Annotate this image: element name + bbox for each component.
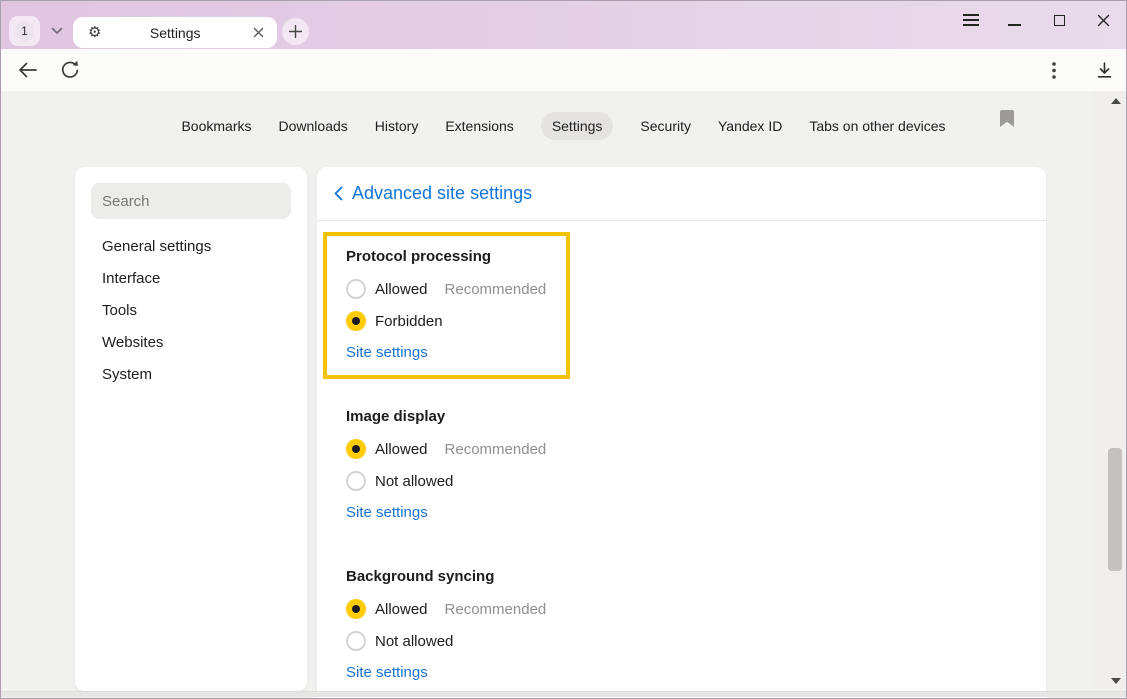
menu-icon [963,11,979,29]
back-link-advanced-site-settings[interactable]: Advanced site settings [317,167,1046,221]
tab-title: Settings [101,25,249,41]
plus-icon [289,25,302,38]
option-sync-allowed[interactable]: Allowed Recommended [346,593,1046,625]
site-settings-link-sync[interactable]: Site settings [346,664,428,682]
tab-group-button[interactable]: 1 [9,16,40,46]
tab-group-chevron-button[interactable] [42,16,72,46]
tab-group-count: 1 [21,24,28,38]
nav-item-history[interactable]: History [375,112,419,140]
settings-main-panel: Advanced site settings Protocol processi… [317,167,1046,699]
sidebar-item-general-settings[interactable]: General settings [75,230,307,262]
radio-unselected-icon[interactable] [346,631,366,651]
nav-item-security[interactable]: Security [640,112,691,140]
back-icon [18,62,37,78]
option-label: Allowed [375,281,428,298]
browser-menu-button[interactable] [956,6,986,34]
main-header-title: Advanced site settings [352,183,532,204]
reload-button[interactable] [55,56,85,84]
radio-selected-icon[interactable] [346,599,366,619]
more-options-button[interactable] [1039,56,1069,84]
scroll-down-icon[interactable] [1111,678,1121,684]
nav-item-yandex-id[interactable]: Yandex ID [718,112,782,140]
main-body: Protocol processing Allowed Recommended … [317,221,1046,682]
option-label: Allowed [375,441,428,458]
option-image-allowed[interactable]: Allowed Recommended [346,433,1046,465]
option-protocol-forbidden[interactable]: Forbidden [346,305,566,337]
scroll-up-icon[interactable] [1111,98,1121,104]
download-icon [1096,62,1113,79]
downloads-button[interactable] [1089,56,1119,84]
option-image-not-allowed[interactable]: Not allowed [346,465,1046,497]
bookmark-icon [1000,110,1014,127]
tab-close-button[interactable] [249,24,267,42]
sidebar-item-tools[interactable]: Tools [75,294,307,326]
section-title-protocol-processing: Protocol processing [346,248,566,266]
option-sync-not-allowed[interactable]: Not allowed [346,625,1046,657]
close-icon [253,27,264,38]
site-settings-link-image[interactable]: Site settings [346,504,428,522]
section-title-image-display: Image display [346,408,1046,426]
kebab-icon [1052,62,1056,79]
tab-group-badge: 1 [15,20,35,42]
option-protocol-allowed[interactable]: Allowed Recommended [346,273,566,305]
sidebar-item-interface[interactable]: Interface [75,262,307,294]
sidebar-list: General settings Interface Tools Website… [75,230,307,390]
browser-tab-settings[interactable]: ⚙ Settings [73,17,277,48]
reload-icon [59,59,81,81]
option-note: Recommended [445,441,547,458]
radio-selected-icon[interactable] [346,311,366,331]
option-label: Not allowed [375,473,453,490]
back-button[interactable] [12,56,42,84]
window-close-button[interactable] [1088,6,1118,34]
chevron-down-icon [51,27,63,35]
sidebar-item-system[interactable]: System [75,358,307,390]
bookmark-button[interactable] [1000,110,1014,127]
settings-sidebar: General settings Interface Tools Website… [75,167,307,691]
highlight-box: Protocol processing Allowed Recommended … [323,232,570,379]
radio-unselected-icon[interactable] [346,279,366,299]
search-box [91,183,291,219]
nav-item-extensions[interactable]: Extensions [445,112,513,140]
search-input[interactable] [91,183,291,219]
radio-unselected-icon[interactable] [346,471,366,491]
radio-selected-icon[interactable] [346,439,366,459]
maximize-icon [1054,15,1065,26]
sidebar-item-websites[interactable]: Websites [75,326,307,358]
new-tab-button[interactable] [282,18,309,45]
option-label: Not allowed [375,633,453,650]
section-image-display: Image display Allowed Recommended Not al… [317,408,1046,522]
option-label: Allowed [375,601,428,618]
maximize-button[interactable] [1044,6,1074,34]
section-background-syncing: Background syncing Allowed Recommended N… [317,568,1046,682]
nav-item-downloads[interactable]: Downloads [279,112,348,140]
minimize-button[interactable] [999,6,1029,34]
browser-window: 1 ⚙ Settings [0,0,1127,699]
tab-bar: 1 ⚙ Settings [1,1,1126,49]
nav-item-settings[interactable]: Settings [541,112,614,140]
window-bottom-edge [1,691,1126,697]
close-icon [1097,14,1110,27]
option-note: Recommended [445,601,547,618]
scrollbar-thumb[interactable] [1108,448,1122,571]
nav-item-bookmarks[interactable]: Bookmarks [181,112,251,140]
option-label: Forbidden [375,313,443,330]
toolbar: Y settings Settings [1,49,1126,91]
section-title-background-syncing: Background syncing [346,568,1046,586]
settings-nav: Bookmarks Downloads History Extensions S… [1,112,1126,140]
option-note: Recommended [445,281,547,298]
settings-page: Bookmarks Downloads History Extensions S… [1,91,1126,699]
site-settings-link-protocol[interactable]: Site settings [346,344,428,362]
gear-icon: ⚙ [88,25,101,40]
minimize-icon [1008,24,1021,26]
vertical-scrollbar[interactable] [1092,91,1125,691]
nav-item-tabs-other-devices[interactable]: Tabs on other devices [809,112,945,140]
chevron-left-icon [334,186,343,201]
